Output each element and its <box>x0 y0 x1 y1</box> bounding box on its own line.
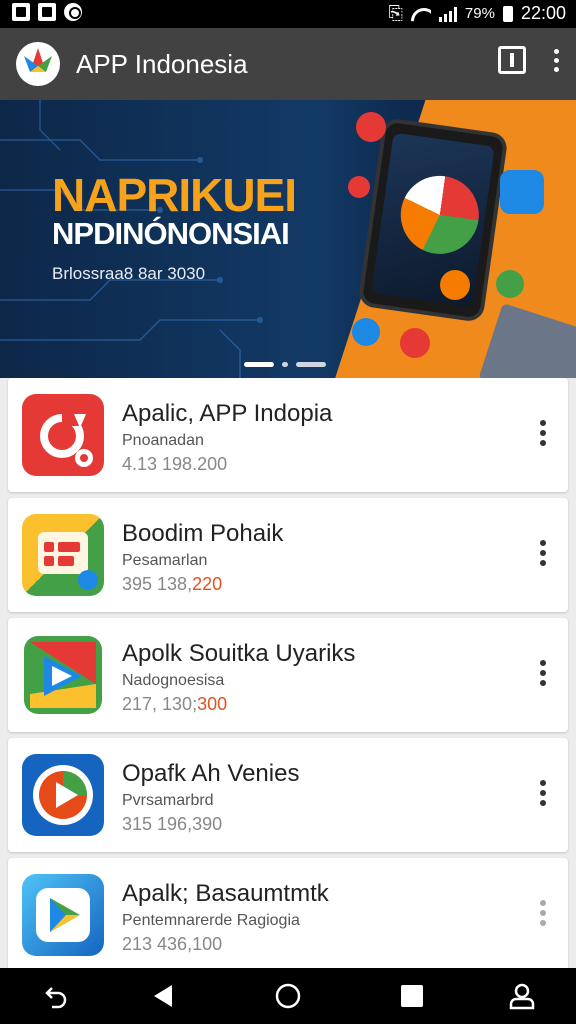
app-count: 395 138,220 <box>122 574 223 594</box>
back-icon[interactable] <box>150 982 178 1010</box>
app-name: Apalic, APP Indopia <box>122 400 333 427</box>
app-subtitle: Pvrsamarbrd <box>122 792 214 809</box>
app-name: Opafk Ah Venies <box>122 760 300 787</box>
more-vert-icon[interactable] <box>550 48 562 72</box>
banner-headline: NAPRIKUEI <box>52 169 297 221</box>
list-item[interactable]: Boodim Pohaik Pesamarlan 395 138,220 <box>8 498 568 612</box>
status-bar: ⎘ 79% 22:00 <box>0 0 576 28</box>
app-list: Apalic, APP Indopia Pnoanadan 4.13 198.2… <box>0 378 576 972</box>
play-circle-icon <box>22 754 104 836</box>
carousel-indicator[interactable] <box>244 362 326 367</box>
signal-icon <box>438 6 457 22</box>
promo-banner[interactable]: NAPRIKUEI NPDINÓNONSIAI Brlossraa8 8ar 3… <box>0 100 576 378</box>
notification-icon <box>12 3 30 21</box>
app-subtitle: Pesamarlan <box>122 552 208 569</box>
clock: 22:00 <box>520 3 566 23</box>
carousel-dot <box>296 362 326 367</box>
undo-icon[interactable] <box>42 982 70 1010</box>
list-item[interactable]: Apalk; Basaumtmtk Pentemnarerde Ragiogia… <box>8 858 568 972</box>
battery-icon <box>502 5 513 22</box>
app-bubble-icon <box>400 328 430 358</box>
phone-illustration <box>357 117 509 323</box>
app-count: 217, 130;300 <box>122 694 228 714</box>
more-vert-icon[interactable] <box>540 420 546 446</box>
app-name: Boodim Pohaik <box>122 520 284 547</box>
app-bubble-icon <box>356 112 386 142</box>
app-bar: APP Indonesia <box>0 28 576 100</box>
recents-icon[interactable] <box>398 982 426 1010</box>
app-subtitle: Nadognoesisa <box>122 672 225 689</box>
layout-grid-icon <box>22 514 104 596</box>
app-bubble-icon <box>496 270 524 298</box>
app-name: Apolk Souitka Uyariks <box>122 640 356 667</box>
status-left-icons <box>12 3 82 21</box>
vibrate-icon: ⎘ <box>388 3 403 23</box>
app-logo-icon <box>16 42 60 86</box>
more-vert-icon[interactable] <box>540 540 546 566</box>
list-item[interactable]: Apalic, APP Indopia Pnoanadan 4.13 198.2… <box>8 378 568 492</box>
app-bubble-icon <box>440 270 470 300</box>
battery-percent: 79% <box>464 5 495 22</box>
carousel-dot-active <box>244 362 274 367</box>
play-store-icon <box>22 634 104 716</box>
book-icon[interactable] <box>498 46 526 74</box>
wifi-icon <box>411 6 431 22</box>
navigation-bar <box>0 968 576 1024</box>
list-item[interactable]: Opafk Ah Venies Pvrsamarbrd 315 196,390 <box>8 738 568 852</box>
more-vert-icon[interactable] <box>540 780 546 806</box>
status-right-icons: ⎘ 79% 22:00 <box>389 3 566 24</box>
banner-subheadline: NPDINÓNONSIAI <box>52 216 290 251</box>
pinterest-icon <box>64 3 82 21</box>
list-item[interactable]: Apolk Souitka Uyariks Nadognoesisa 217, … <box>8 618 568 732</box>
app-count: 213 436,100 <box>122 934 223 954</box>
home-icon[interactable] <box>274 982 302 1010</box>
app-count: 315 196,390 <box>122 814 223 834</box>
app-title: APP Indonesia <box>76 48 248 79</box>
app-count: 4.13 198.200 <box>122 454 228 474</box>
play-icon <box>22 874 104 956</box>
app-name: Apalk; Basaumtmtk <box>122 880 329 907</box>
document-icon <box>38 3 56 21</box>
app-subtitle: Pentemnarerde Ragiogia <box>122 912 300 929</box>
more-vert-icon[interactable] <box>540 900 546 926</box>
more-vert-icon[interactable] <box>540 660 546 686</box>
app-bubble-icon <box>348 176 370 198</box>
app-bubble-icon <box>352 318 380 346</box>
phone-app-logo-icon <box>395 170 484 259</box>
carousel-dot <box>282 362 288 367</box>
banner-tagline: Brlossraa8 8ar 3030 <box>52 264 206 283</box>
account-icon[interactable] <box>508 982 536 1010</box>
refresh-icon <box>22 394 104 476</box>
app-subtitle: Pnoanadan <box>122 432 204 449</box>
app-bubble-icon <box>500 170 544 214</box>
